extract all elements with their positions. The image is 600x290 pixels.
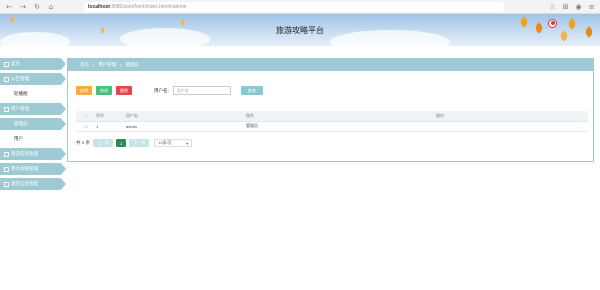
sidebar-item-label: 用户管理 bbox=[11, 106, 29, 111]
browser-toolbar: ← → ↻ ⌂ localhost :8080/ssm/front/index.… bbox=[0, 0, 600, 14]
search-input[interactable]: 用户名 bbox=[172, 86, 231, 95]
avatar[interactable] bbox=[548, 19, 557, 28]
current-page-button[interactable]: 1 bbox=[116, 139, 127, 147]
sidebar-item-guides[interactable]: 景点攻略管理 bbox=[0, 163, 66, 175]
menu-icon[interactable]: ≡ bbox=[587, 2, 596, 11]
add-button[interactable]: 新增 bbox=[76, 86, 92, 95]
sidebar-item-label: 用户 bbox=[14, 136, 23, 141]
header-banner: 旅游攻略平台 bbox=[0, 14, 600, 46]
page-size-select[interactable]: 10条/页 ▾ bbox=[154, 139, 193, 147]
extensions-icon[interactable]: ⊞ bbox=[561, 2, 570, 11]
column-header: 操作 bbox=[436, 111, 588, 122]
sidebar-item-label: 旅游信息管理 bbox=[11, 151, 38, 156]
leaf-decoration bbox=[8, 15, 17, 24]
reload-icon[interactable]: ↻ bbox=[32, 2, 42, 12]
bookmark-icon[interactable]: ☆ bbox=[548, 2, 557, 11]
home-icon[interactable]: ⌂ bbox=[46, 2, 56, 12]
column-header[interactable]: 用户名 bbox=[126, 111, 246, 122]
menu-icon bbox=[4, 166, 9, 172]
search-label: 用户名: bbox=[154, 87, 169, 93]
next-page-button[interactable]: 下一页 bbox=[129, 139, 150, 147]
sidebar-subitem-carousel[interactable]: 轮播图 bbox=[0, 88, 66, 100]
row-checkbox[interactable]: □ bbox=[76, 121, 96, 132]
sidebar-item-label: 管理员 bbox=[14, 121, 28, 126]
sidebar-item-travel[interactable]: 旅游信息管理 bbox=[0, 148, 66, 160]
table-header-row: □ 序号 用户名 角色 操作 bbox=[76, 111, 588, 122]
breadcrumb-separator: / bbox=[120, 62, 122, 68]
toolbar: 新增 修改 删除 用户名: 用户名 查询 bbox=[76, 86, 267, 95]
url-path: :8080/ssm/front/index.html#/admin bbox=[109, 4, 187, 10]
forward-icon[interactable]: → bbox=[18, 2, 28, 12]
sidebar-item-label: 公告管理 bbox=[11, 76, 29, 81]
cell-operation bbox=[436, 121, 588, 132]
back-icon[interactable]: ← bbox=[4, 2, 14, 12]
main-panel: 首页 / 用户管理 / 管理员 新增 修改 删除 用户名: 用户名 查询 □ 序… bbox=[67, 58, 594, 162]
pagination: 共 1 条 上一页 1 下一页 10条/页 ▾ bbox=[76, 139, 193, 147]
table-row[interactable]: □ 1 admin 管理员 bbox=[76, 121, 588, 132]
data-table: □ 序号 用户名 角色 操作 □ 1 admin 管理员 bbox=[76, 111, 588, 132]
browser-actions: ☆ ⊞ ◉ ≡ bbox=[548, 2, 596, 11]
page-size-value: 10条/页 bbox=[158, 140, 172, 145]
edit-button[interactable]: 修改 bbox=[96, 86, 112, 95]
total-count: 共 1 条 bbox=[76, 140, 91, 145]
sidebar-item-label: 首页 bbox=[11, 61, 20, 66]
select-all-checkbox[interactable]: □ bbox=[76, 111, 96, 122]
home-icon bbox=[4, 61, 9, 67]
profile-icon[interactable]: ◉ bbox=[574, 2, 583, 11]
page-title: 旅游攻略平台 bbox=[276, 26, 324, 35]
sidebar-subitem-user[interactable]: 用户 bbox=[0, 133, 66, 145]
cell-role: 管理员 bbox=[246, 121, 436, 132]
menu-icon bbox=[4, 181, 9, 187]
sidebar-item-home[interactable]: 首页 bbox=[0, 58, 66, 70]
menu-icon bbox=[4, 151, 9, 157]
column-header[interactable]: 序号 bbox=[96, 111, 126, 122]
breadcrumb: 首页 / 用户管理 / 管理员 bbox=[68, 59, 593, 71]
prev-page-button[interactable]: 上一页 bbox=[93, 139, 114, 147]
notice-icon bbox=[4, 76, 9, 82]
delete-button[interactable]: 删除 bbox=[116, 86, 132, 95]
cell-username: admin bbox=[126, 121, 246, 132]
user-icon bbox=[4, 106, 9, 112]
sidebar-item-hotels[interactable]: 酒店信息管理 bbox=[0, 178, 66, 190]
sidebar-item-label: 酒店信息管理 bbox=[11, 181, 38, 186]
breadcrumb-item[interactable]: 用户管理 bbox=[98, 62, 116, 68]
url-host: localhost bbox=[88, 4, 110, 10]
sidebar-subitem-admin[interactable]: 管理员 bbox=[0, 118, 66, 130]
sidebar-item-notice[interactable]: 公告管理 bbox=[0, 73, 66, 85]
chevron-down-icon: ▾ bbox=[186, 140, 189, 146]
sidebar-item-label: 景点攻略管理 bbox=[11, 166, 38, 171]
breadcrumb-current: 管理员 bbox=[125, 62, 140, 67]
cell-index: 1 bbox=[96, 121, 126, 132]
breadcrumb-separator: / bbox=[93, 62, 95, 68]
address-bar[interactable]: localhost :8080/ssm/front/index.html#/ad… bbox=[84, 2, 504, 12]
query-button[interactable]: 查询 bbox=[240, 86, 263, 95]
sidebar: 首页 公告管理 轮播图 用户管理 管理员 用户 旅游信息管理 景点攻略管理 酒店… bbox=[0, 58, 66, 193]
column-header[interactable]: 角色 bbox=[246, 111, 436, 122]
breadcrumb-item[interactable]: 首页 bbox=[80, 62, 89, 68]
sidebar-item-users[interactable]: 用户管理 bbox=[0, 103, 66, 115]
sidebar-item-label: 轮播图 bbox=[14, 91, 28, 96]
